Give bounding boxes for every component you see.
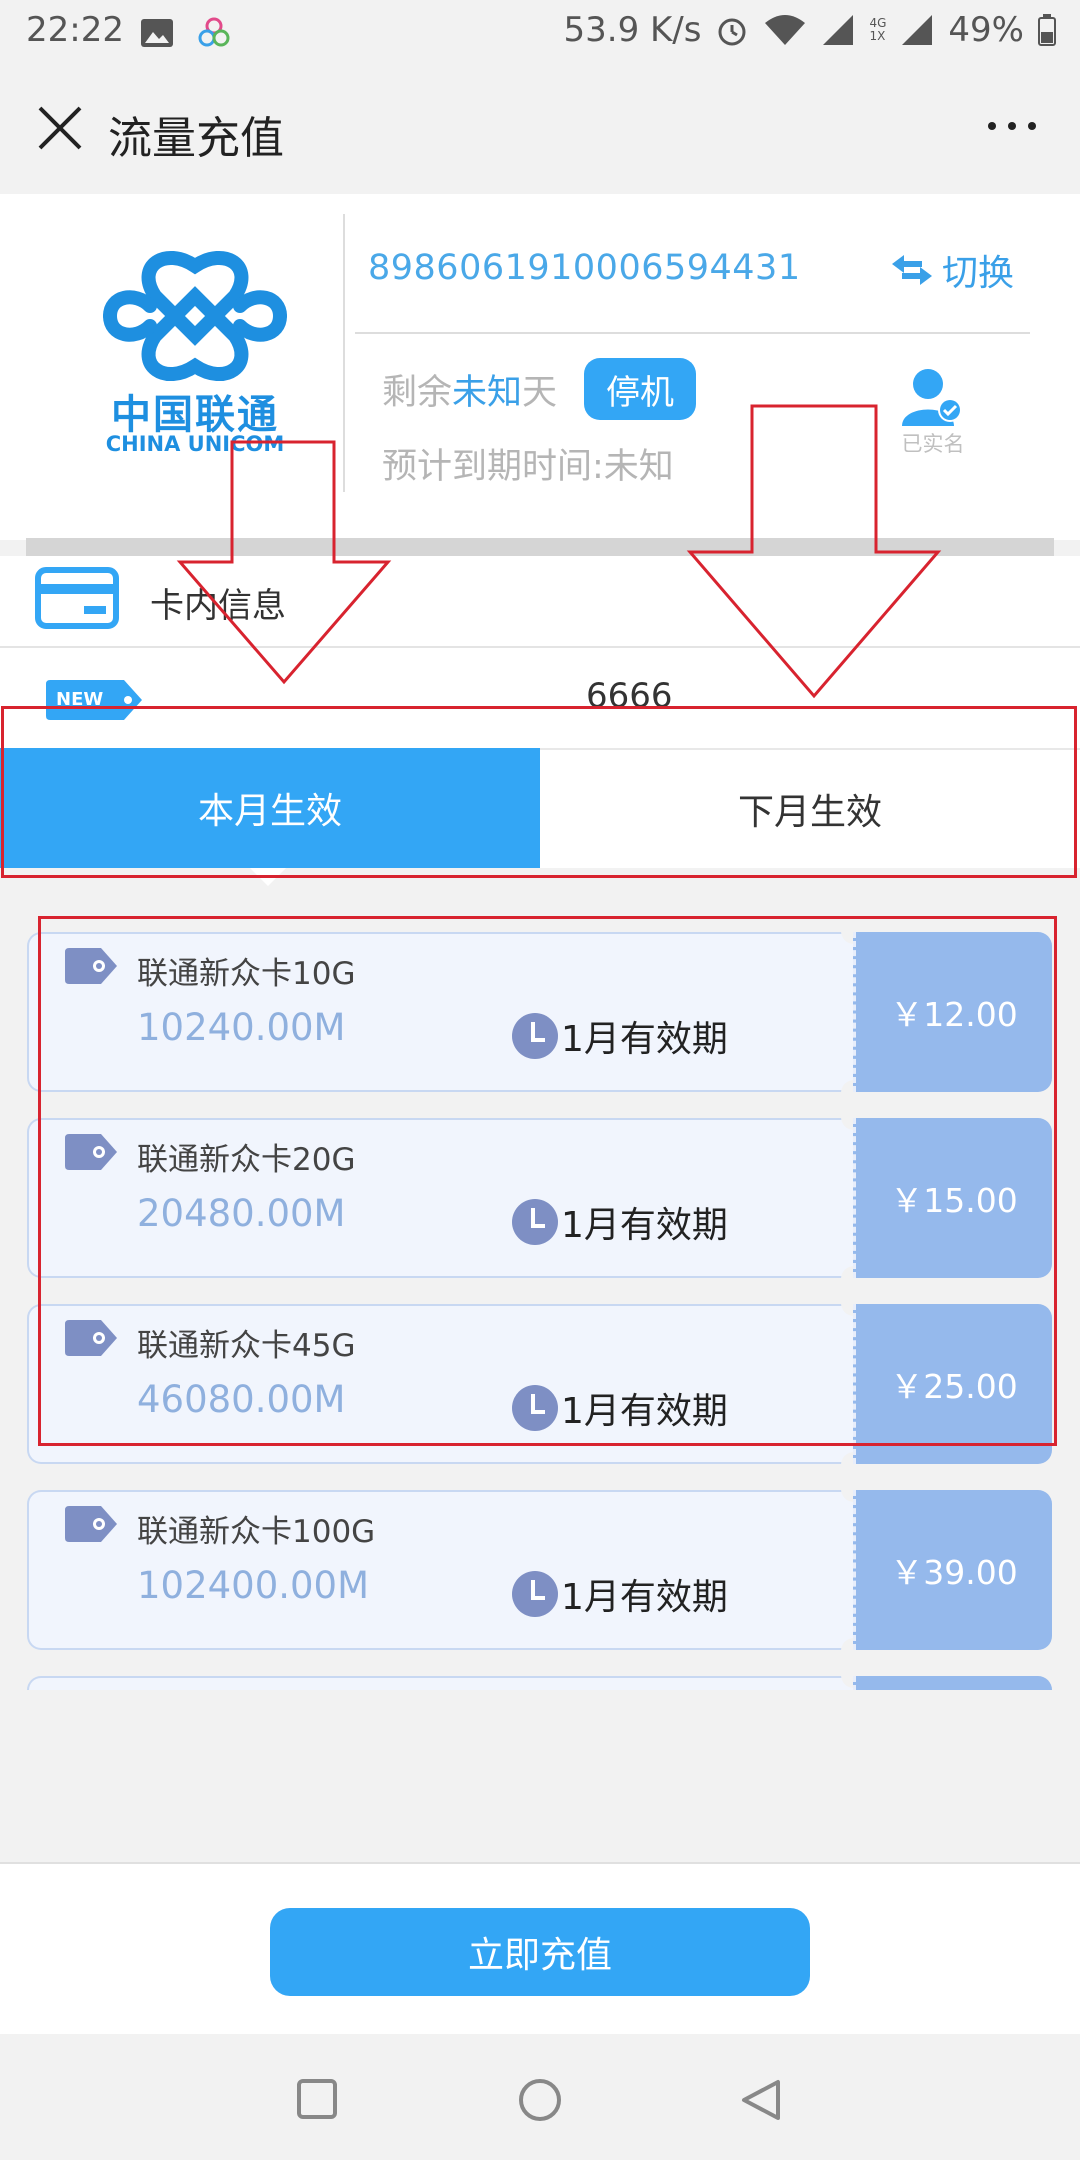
china-unicom-logo: 中国联通 CHINA UNICOM (80, 246, 310, 476)
section-separator (26, 538, 1054, 556)
brand-en: CHINA UNICOM (105, 432, 285, 456)
wifi-icon (765, 15, 806, 45)
status-badge: 停机 (584, 358, 696, 420)
alarm-icon (718, 18, 746, 46)
plan-validity: 1月有效期 (561, 1577, 728, 1618)
annotation-box-plans (38, 916, 1057, 1446)
recent-apps-icon[interactable] (296, 2078, 338, 2120)
plan-card[interactable]: 联通新众卡100G 102400.00M 1月有效期 ￥39.00 (27, 1476, 1052, 1664)
plan-body (27, 1676, 855, 1690)
horizontal-divider (355, 332, 1030, 334)
app-notification-icon (198, 17, 230, 47)
more-options-icon[interactable] (982, 106, 1042, 146)
navigation-bar (0, 2034, 1080, 2160)
verified-user-icon (902, 369, 962, 426)
battery-icon (1038, 14, 1056, 46)
card-info-row[interactable]: 卡内信息 (0, 556, 1080, 648)
switch-card-button[interactable]: 切换 (892, 244, 1014, 296)
title-bar: 流量充值 (0, 66, 1080, 194)
switch-label: 切换 (942, 253, 1015, 294)
back-icon[interactable] (740, 2078, 782, 2122)
status-right: 53.9 K/s 4G 1X 49% (563, 10, 1056, 50)
network-speed: 53.9 K/s (563, 10, 702, 50)
page-title: 流量充值 (108, 113, 284, 164)
remaining-days: 剩余未知天 (382, 373, 558, 413)
signal-icon (823, 15, 854, 45)
annotation-box-tabs (1, 706, 1077, 878)
verified-label: 已实名 (901, 432, 965, 456)
card-info-label: 卡内信息 (150, 586, 286, 626)
network-type: 4G 1X (869, 16, 887, 43)
close-icon[interactable] (30, 98, 90, 158)
action-bar: 立即充值 (0, 1862, 1080, 2036)
plan-card-partial[interactable] (27, 1662, 1052, 1690)
status-time: 22:22 (26, 10, 124, 50)
remaining-value: 未知 (452, 373, 523, 413)
clock-icon (512, 1571, 558, 1617)
unicom-knot-icon (103, 250, 287, 382)
home-icon[interactable] (518, 2078, 562, 2122)
status-bar: 22:22 53.9 K/s 4G 1X 49% (0, 0, 1080, 66)
tag-icon (65, 1506, 117, 1542)
swap-arrows-icon (892, 255, 932, 285)
recharge-now-button[interactable]: 立即充值 (270, 1908, 810, 1996)
iccid-number: 89860619100065944​31 (368, 248, 801, 288)
signal-icon-2 (902, 15, 933, 45)
card-icon (35, 567, 119, 629)
plan-price-partial[interactable] (853, 1676, 1052, 1690)
plan-size: 102400.00M (137, 1564, 370, 1607)
expire-time: 预计到期时间:未知 (382, 447, 674, 487)
card-header: 中国联通 CHINA UNICOM 89860619100065944​31 切… (0, 194, 1080, 540)
vertical-divider (343, 214, 345, 492)
plan-price[interactable]: ￥39.00 (853, 1490, 1052, 1650)
battery-percent: 49% (948, 10, 1024, 50)
plan-name: 联通新众卡100G (137, 1514, 376, 1550)
gallery-icon (141, 19, 173, 47)
